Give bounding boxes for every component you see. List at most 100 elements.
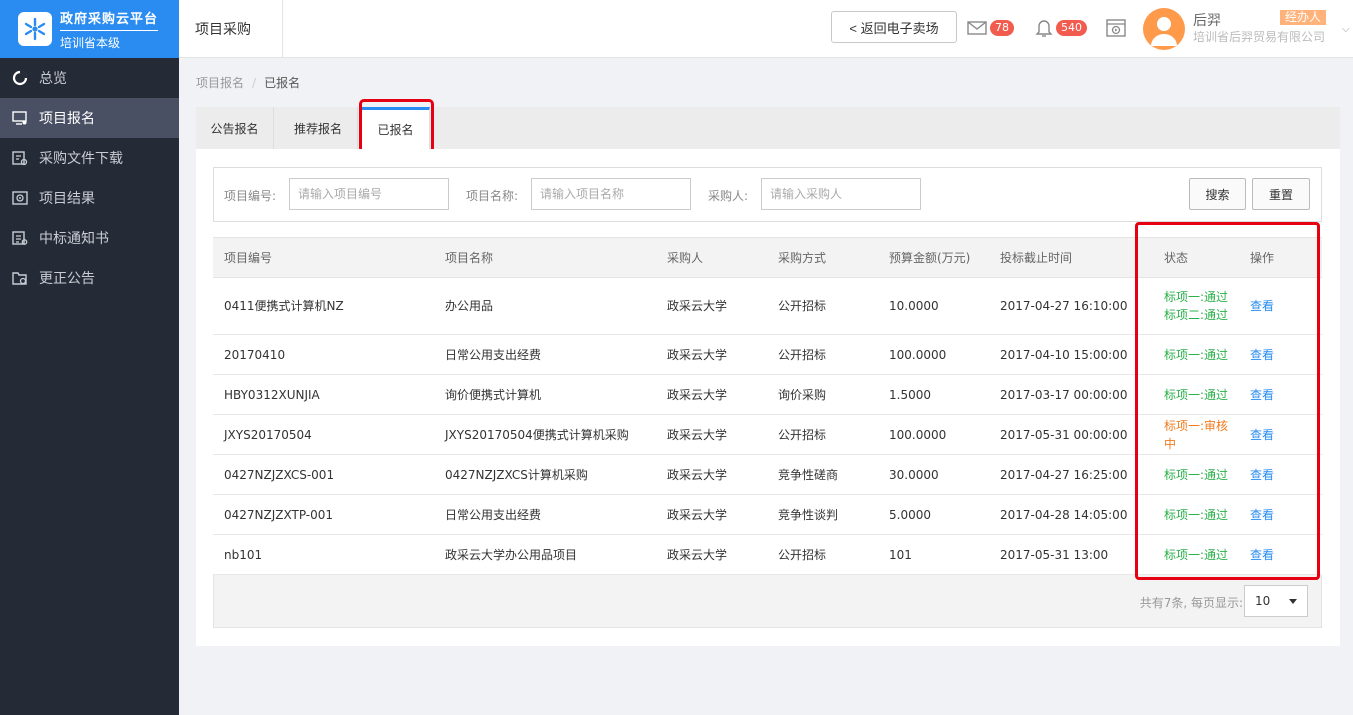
project-no-cell: nb101	[213, 534, 434, 575]
table-row: 0427NZJZXTP-001 日常公用支出经费 政采云大学 竞争性谈判 5.0…	[213, 494, 1322, 535]
view-link[interactable]: 查看	[1250, 388, 1274, 402]
project-name-cell: 政采云大学办公用品项目	[434, 534, 656, 575]
view-link[interactable]: 查看	[1250, 548, 1274, 562]
budget-cell: 30.0000	[878, 454, 989, 495]
sidebar-item-overview[interactable]: 总览	[0, 58, 179, 98]
budget-cell: 100.0000	[878, 334, 989, 375]
notice-icon	[12, 231, 28, 245]
sidebar-item-label: 总览	[39, 71, 67, 87]
status-text: 标项一:通过	[1164, 507, 1229, 522]
deadline-cell: 2017-05-31 00:00:00	[989, 414, 1134, 455]
table-row: 0411便携式计算机NZ 办公用品 政采云大学 公开招标 10.0000 201…	[213, 277, 1322, 335]
deadline-cell: 2017-04-27 16:25:00	[989, 454, 1134, 495]
view-link[interactable]: 查看	[1250, 299, 1274, 313]
brand-logo-icon	[18, 12, 52, 46]
view-link[interactable]: 查看	[1250, 508, 1274, 522]
user-name[interactable]: 后羿	[1193, 10, 1221, 30]
buyer-cell: 政采云大学	[656, 494, 767, 535]
budget-cell: 101	[878, 534, 989, 575]
method-cell: 公开招标	[767, 414, 878, 455]
project-no-cell: 0427NZJZXTP-001	[213, 494, 434, 535]
tab-recommended-signup[interactable]: 推荐报名	[279, 107, 358, 149]
action-cell: 查看	[1236, 534, 1322, 575]
user-avatar[interactable]	[1143, 8, 1185, 50]
project-no-cell: 0427NZJZXCS-001	[213, 454, 434, 495]
column-header: 状态	[1134, 237, 1236, 278]
table-header-row: 项目编号 项目名称 采购人 采购方式 预算金额(万元) 投标截止时间 状态 操作	[213, 237, 1322, 278]
buyer-cell: 政采云大学	[656, 534, 767, 575]
status-cell: 标项一:通过	[1134, 374, 1236, 415]
page-size-select[interactable]: 10	[1244, 585, 1308, 617]
deadline-cell: 2017-05-31 13:00	[989, 534, 1134, 575]
view-link[interactable]: 查看	[1250, 348, 1274, 362]
result-icon	[12, 191, 28, 205]
status-text: 标项二:通过	[1164, 308, 1229, 322]
monitor-icon	[12, 111, 27, 125]
action-cell: 查看	[1236, 414, 1322, 455]
project-name-input[interactable]	[531, 178, 691, 210]
action-cell: 查看	[1236, 454, 1322, 495]
sidebar: 政府采购云平台 培训省本级 总览 项目报名 采购文件下载 项目结果 中标通知书 …	[0, 0, 179, 715]
tab-announcement-signup[interactable]: 公告报名	[196, 107, 274, 149]
status-text: 标项一:通过	[1164, 387, 1229, 402]
status-cell: 标项一:通过	[1134, 334, 1236, 375]
buyer-cell: 政采云大学	[656, 334, 767, 375]
sidebar-item-project-signup[interactable]: 项目报名	[0, 98, 179, 138]
sidebar-item-label: 项目结果	[39, 191, 95, 207]
project-no-input[interactable]	[289, 178, 449, 210]
page-size-value: 10	[1255, 594, 1271, 608]
budget-cell: 100.0000	[878, 414, 989, 455]
filter-bar: 项目编号: 项目名称: 采购人: 搜索 重置	[213, 167, 1322, 222]
buyer-input[interactable]	[761, 178, 921, 210]
sidebar-item-file-download[interactable]: 采购文件下载	[0, 138, 179, 178]
deadline-cell: 2017-03-17 00:00:00	[989, 374, 1134, 415]
table-row: HBY0312XUNJIA 询价便携式计算机 政采云大学 询价采购 1.5000…	[213, 374, 1322, 415]
project-name-cell: 询价便携式计算机	[434, 374, 656, 415]
action-cell: 查看	[1236, 494, 1322, 535]
tab-signed-up[interactable]: 已报名	[362, 107, 430, 149]
budget-cell: 5.0000	[878, 494, 989, 535]
table-row: JXYS20170504 JXYS20170504便携式计算机采购 政采云大学 …	[213, 414, 1322, 455]
table-row: 20170410 日常公用支出经费 政采云大学 公开招标 100.0000 20…	[213, 334, 1322, 375]
sidebar-item-label: 采购文件下载	[39, 151, 123, 167]
view-link[interactable]: 查看	[1250, 428, 1274, 442]
tab-bar: 公告报名 推荐报名 已报名	[196, 107, 1340, 149]
back-to-mall-button[interactable]: < 返回电子卖场	[831, 11, 957, 43]
mail-icon	[967, 21, 987, 35]
deadline-cell: 2017-04-10 15:00:00	[989, 334, 1134, 375]
buyer-cell: 政采云大学	[656, 374, 767, 415]
mail-button[interactable]: 78	[967, 16, 1014, 40]
mail-count-badge: 78	[990, 20, 1014, 36]
deadline-cell: 2017-04-27 16:10:00	[989, 277, 1134, 335]
budget-cell: 10.0000	[878, 277, 989, 335]
brand[interactable]: 政府采购云平台 培训省本级	[0, 0, 179, 58]
project-no-label: 项目编号:	[224, 189, 277, 203]
method-cell: 竞争性谈判	[767, 494, 878, 535]
project-name-cell: 日常公用支出经费	[434, 334, 656, 375]
action-cell: 查看	[1236, 277, 1322, 335]
user-role-badge: 经办人	[1280, 10, 1327, 25]
action-cell: 查看	[1236, 374, 1322, 415]
chevron-down-icon[interactable]: ⌵	[1342, 24, 1350, 35]
column-header: 项目编号	[213, 237, 434, 278]
status-text: 标项一:通过	[1164, 467, 1229, 482]
method-cell: 公开招标	[767, 277, 878, 335]
sidebar-item-project-result[interactable]: 项目结果	[0, 178, 179, 218]
sidebar-item-award-notice[interactable]: 中标通知书	[0, 218, 179, 258]
view-link[interactable]: 查看	[1250, 468, 1274, 482]
search-button[interactable]: 搜索	[1189, 178, 1246, 210]
project-name-cell: 日常公用支出经费	[434, 494, 656, 535]
sidebar-item-correction[interactable]: 更正公告	[0, 258, 179, 298]
deadline-cell: 2017-04-28 14:05:00	[989, 494, 1134, 535]
status-cell: 标项一:通过	[1134, 494, 1236, 535]
breadcrumb-parent[interactable]: 项目报名	[196, 76, 244, 90]
breadcrumb-current: 已报名	[264, 76, 301, 90]
project-no-cell: JXYS20170504	[213, 414, 434, 455]
video-button[interactable]	[1106, 16, 1126, 40]
status-text: 标项一:通过	[1164, 290, 1229, 304]
project-name-cell: JXYS20170504便携式计算机采购	[434, 414, 656, 455]
status-text: 标项一:审核中	[1164, 418, 1229, 451]
reset-button[interactable]: 重置	[1252, 178, 1310, 210]
action-cell: 查看	[1236, 334, 1322, 375]
notification-button[interactable]: 540	[1035, 16, 1087, 40]
